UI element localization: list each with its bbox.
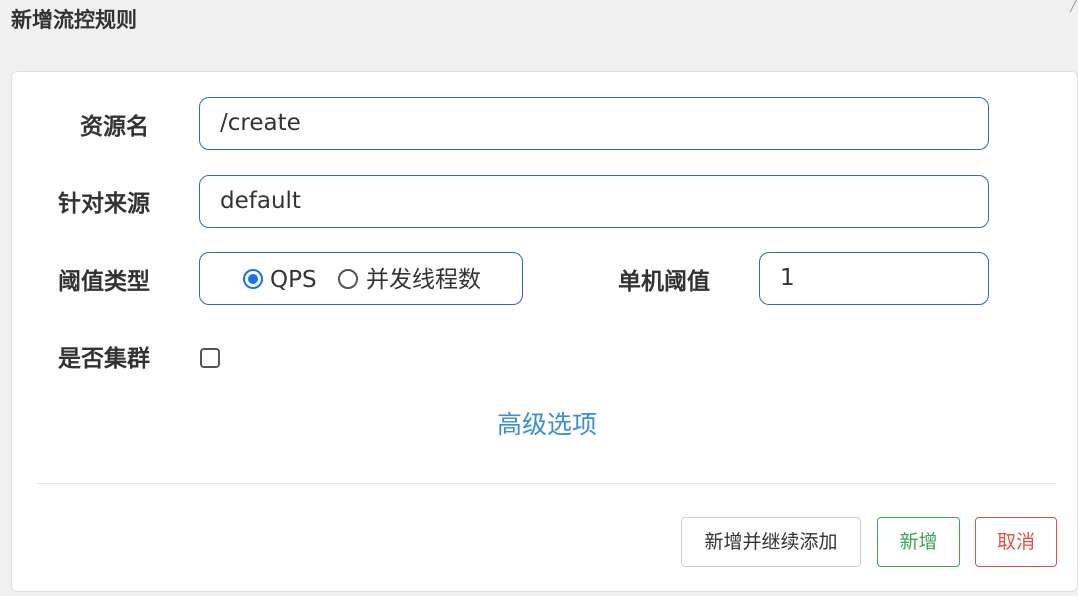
qps-radio[interactable] [243, 269, 263, 289]
resource-input[interactable]: /create [199, 97, 989, 150]
add-button[interactable]: 新增 [877, 517, 960, 567]
threshold-type-radio-group: QPS 并发线程数 [199, 252, 523, 305]
close-icon[interactable]: ╱ [1064, 0, 1078, 14]
source-input[interactable]: default [199, 175, 989, 228]
single-threshold-input[interactable]: 1 [759, 252, 989, 305]
threshold-type-label: 阈值类型 [58, 269, 150, 295]
source-label: 针对来源 [58, 191, 150, 217]
qps-radio-label[interactable]: QPS [270, 266, 317, 294]
concurrency-radio-label[interactable]: 并发线程数 [366, 266, 481, 294]
cancel-button[interactable]: 取消 [975, 517, 1057, 567]
cluster-label: 是否集群 [58, 346, 150, 372]
dialog-title: 新增流控规则 [11, 8, 137, 32]
advanced-options-link[interactable]: 高级选项 [497, 405, 597, 441]
form-panel: 资源名 /create 针对来源 default 阈值类型 QPS 并发线程数 … [11, 71, 1078, 592]
add-and-continue-button[interactable]: 新增并继续添加 [681, 517, 861, 567]
cluster-checkbox[interactable] [200, 348, 220, 368]
divider [37, 483, 1056, 484]
resource-label: 资源名 [80, 114, 149, 140]
single-threshold-label: 单机阈值 [618, 269, 710, 295]
concurrency-radio[interactable] [338, 269, 358, 289]
